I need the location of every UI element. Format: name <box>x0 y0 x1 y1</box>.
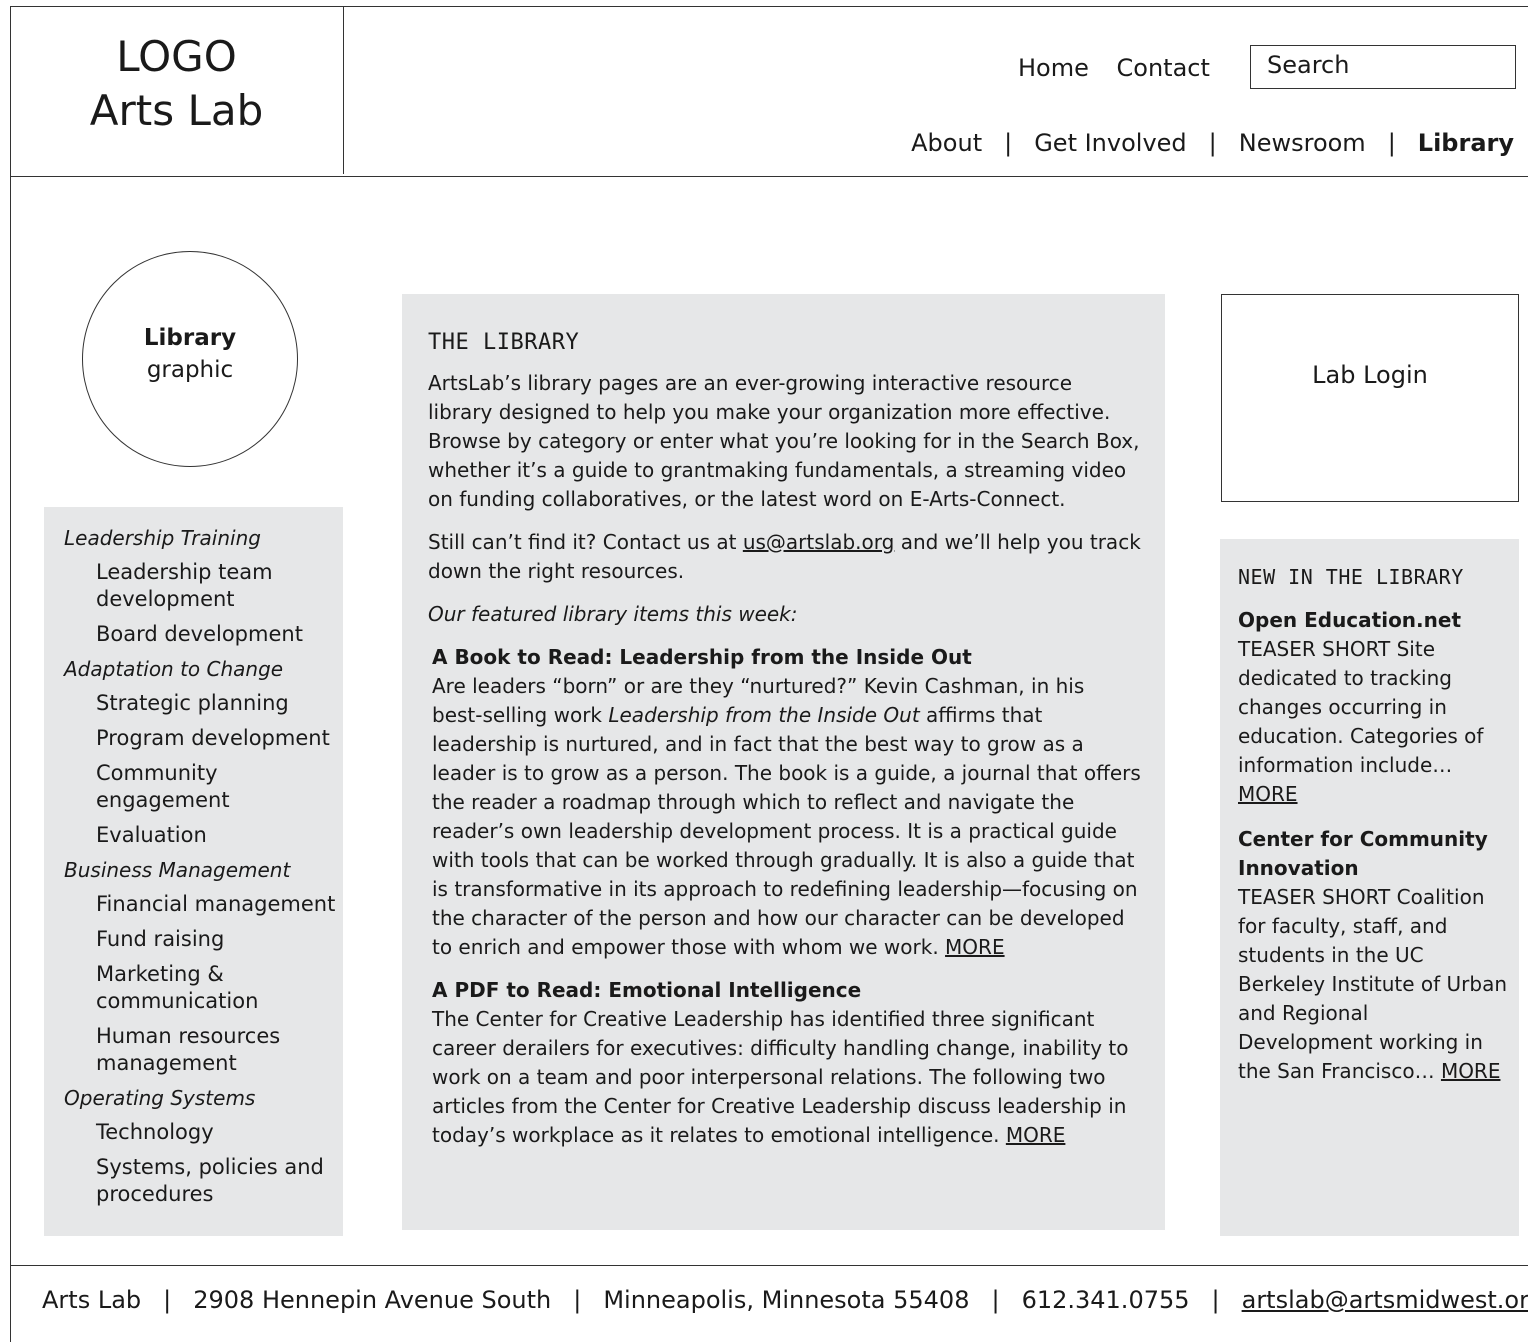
featured-item: A Book to Read: Leadership from the Insi… <box>432 643 1141 962</box>
more-link[interactable]: MORE <box>1238 782 1298 806</box>
more-link[interactable]: MORE <box>1006 1123 1066 1147</box>
sidebar-item[interactable]: Program development <box>96 725 343 752</box>
category-sidebar: Leadership Training Leadership team deve… <box>44 507 343 1236</box>
nav-separator: | <box>1387 129 1396 157</box>
library-main-content: THE LIBRARY ArtsLab’s library pages are … <box>402 294 1165 1230</box>
footer-separator: | <box>991 1286 1000 1314</box>
sidebar-item[interactable]: Human resources management <box>96 1023 343 1077</box>
footer-address: 2908 Hennepin Avenue South <box>193 1286 552 1314</box>
logo[interactable]: LOGO Arts Lab <box>10 30 343 138</box>
contact-link[interactable]: Contact <box>1117 54 1210 82</box>
book-title: Leadership from the Inside Out <box>608 703 920 727</box>
contact-text-pre: Still can’t find it? Contact us at <box>428 530 743 554</box>
footer-org-name: Arts Lab <box>42 1286 142 1314</box>
sidebar-item[interactable]: Leadership team development <box>96 559 343 613</box>
entry-teaser: TEASER SHORT Site dedicated to tracking … <box>1238 637 1484 777</box>
featured-item-title: A PDF to Read: Emotional Intelligence <box>432 978 862 1002</box>
contact-email-link[interactable]: us@artslab.org <box>743 530 895 554</box>
lab-login-button[interactable]: Lab Login <box>1221 294 1519 502</box>
sidebar-category[interactable]: Adaptation to Change <box>64 656 343 682</box>
nav-library[interactable]: Library <box>1418 129 1514 157</box>
more-link[interactable]: MORE <box>945 935 1005 959</box>
nav-get-involved[interactable]: Get Involved <box>1034 129 1186 157</box>
site-name: Arts Lab <box>89 86 264 135</box>
featured-item: A PDF to Read: Emotional Intelligence Th… <box>432 976 1141 1150</box>
sidebar-item[interactable]: Board development <box>96 621 343 648</box>
header-divider <box>10 176 1528 177</box>
library-graphic-placeholder: Library graphic <box>82 251 298 467</box>
library-entry: Open Education.net TEASER SHORT Site ded… <box>1238 606 1509 809</box>
entry-teaser: TEASER SHORT Coalition for faculty, staf… <box>1238 885 1508 1083</box>
sidebar-item[interactable]: Technology <box>96 1119 343 1146</box>
panel-title: NEW IN THE LIBRARY <box>1238 565 1464 589</box>
sidebar-item[interactable]: Financial management <box>96 891 343 918</box>
sidebar-item[interactable]: Marketing & communication <box>96 961 343 1015</box>
graphic-caption: graphic <box>146 357 234 383</box>
sidebar-item[interactable]: Systems, policies and procedures <box>96 1154 343 1208</box>
footer-phone: 612.341.0755 <box>1021 1286 1190 1314</box>
sidebar-category[interactable]: Leadership Training <box>64 525 343 551</box>
more-link[interactable]: MORE <box>1441 1059 1501 1083</box>
featured-item-title: A Book to Read: Leadership from the Insi… <box>432 645 972 669</box>
utility-nav: Home Contact <box>1018 54 1230 82</box>
logo-placeholder-text: LOGO <box>116 32 237 81</box>
sidebar-item[interactable]: Community engagement <box>96 760 343 814</box>
section-title: THE LIBRARY <box>428 330 580 355</box>
nav-separator: | <box>1208 129 1217 157</box>
footer: Arts Lab | 2908 Hennepin Avenue South | Minn… <box>42 1286 1528 1314</box>
nav-newsroom[interactable]: Newsroom <box>1239 129 1366 157</box>
sidebar-item[interactable]: Evaluation <box>96 822 343 849</box>
sidebar-item[interactable]: Strategic planning <box>96 690 343 717</box>
graphic-title: Library <box>143 325 237 351</box>
sidebar-item[interactable]: Fund raising <box>96 926 343 953</box>
nav-about[interactable]: About <box>911 129 982 157</box>
footer-email-link[interactable]: artslab@artsmidwest.org <box>1242 1286 1528 1314</box>
footer-city: Minneapolis, Minnesota 55408 <box>603 1286 970 1314</box>
logo-divider <box>343 6 344 174</box>
sidebar-category[interactable]: Operating Systems <box>64 1085 343 1111</box>
intro-paragraph: ArtsLab’s library pages are an ever-grow… <box>428 371 1140 511</box>
sidebar-category[interactable]: Business Management <box>64 857 343 883</box>
featured-label: Our featured library items this week: <box>428 602 798 626</box>
library-entry: Center for Community Innovation TEASER S… <box>1238 825 1509 1086</box>
footer-separator: | <box>163 1286 172 1314</box>
search-input[interactable]: Search <box>1250 45 1516 89</box>
footer-separator: | <box>1211 1286 1220 1314</box>
entry-title: Center for Community Innovation <box>1238 827 1488 880</box>
main-nav: About | Get Involved | Newsroom | Library <box>911 129 1514 157</box>
contact-paragraph: Still can’t find it? Contact us at us@ar… <box>428 528 1141 586</box>
footer-divider <box>10 1265 1528 1266</box>
footer-separator: | <box>573 1286 582 1314</box>
new-in-library-panel: NEW IN THE LIBRARY Open Education.net TE… <box>1220 539 1519 1236</box>
featured-item-text: affirms that leadership is nurtured, and… <box>432 703 1141 959</box>
nav-separator: | <box>1004 129 1013 157</box>
entry-title: Open Education.net <box>1238 608 1462 632</box>
home-link[interactable]: Home <box>1018 54 1089 82</box>
